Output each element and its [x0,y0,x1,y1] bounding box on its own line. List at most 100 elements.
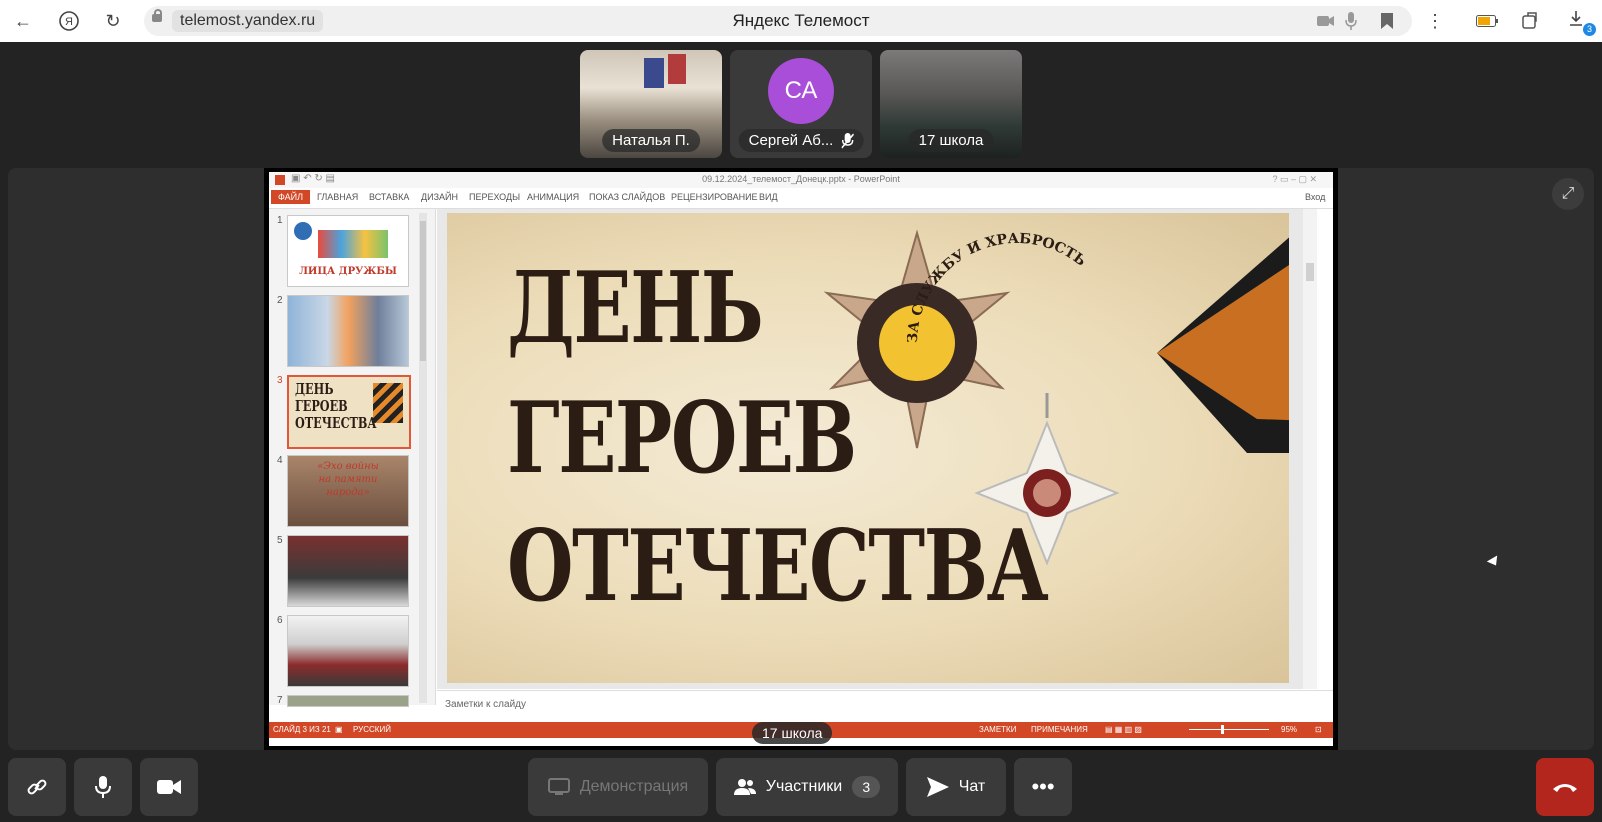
browser-toolbar: ← Я ↻ telemost.yandex.ru Яндекс Телемост… [0,0,1602,42]
microphone-icon [95,776,111,798]
shared-screen: ▣ ↶ ↻ ▤ 09.12.2024_телемост_Донецк.pptx … [264,168,1338,750]
reload-icon[interactable]: ↻ [100,8,126,34]
slide-thumbnail [287,695,409,707]
slide-thumbnail [287,295,409,367]
view-buttons-icon: ▤ ▦ ▥ ▨ [1105,725,1142,734]
participant-name: 17 школа [908,129,994,152]
thumbnail-text: ЛИЦА ДРУЖБЫ [299,266,397,277]
participant-tile[interactable]: СА Сергей Аб... [730,50,872,158]
children-illustration [318,230,388,258]
thumbnail-number: 4 [277,455,283,466]
slide-scrollbar [1303,209,1317,689]
slide-thumbnail: ЛИЦА ДРУЖБЫ [287,215,409,287]
hang-up-icon [1553,784,1577,792]
menu-dots-icon[interactable]: ⋮ [1422,8,1448,34]
ribbon-tab-view: ВИД [759,192,778,202]
ribbon-tab-home: ГЛАВНАЯ [317,192,359,202]
extension-icon[interactable] [1518,8,1544,34]
copy-link-button[interactable] [8,758,66,816]
notes-placeholder: Заметки к слайду [445,699,526,710]
comments-toggle: ПРИМЕЧАНИЯ [1031,725,1088,734]
thumbnail-text: ДЕНЬ ГЕРОЕВ ОТЕЧЕСТВА [295,380,377,432]
screen-share-button[interactable]: Демонстрация [528,758,708,816]
avatar: СА [768,58,834,124]
slide-thumbnail: «Эхо войны на памяти народа» [287,455,409,527]
ribbon-tab-transitions: ПЕРЕХОДЫ [469,192,521,202]
zoom-slider-thumb [1221,725,1224,734]
sharer-label: 17 школа [752,722,833,744]
url-text[interactable]: telemost.yandex.ru [172,10,324,32]
zoom-slider [1189,729,1269,730]
thumbnail-number: 6 [277,615,283,626]
zoom-level: 95% [1281,725,1298,734]
slide-thumbnail-selected: ДЕНЬ ГЕРОЕВ ОТЕЧЕСТВА [287,375,411,449]
ppt-window-title: 09.12.2024_телемост_Донецк.pptx - PowerP… [702,174,900,184]
ribbon-tab-animation: АНИМАЦИЯ [527,192,580,202]
ppt-title-bar: ▣ ↶ ↻ ▤ 09.12.2024_телемост_Донецк.pptx … [269,172,1333,188]
downloads-icon[interactable]: 3 [1566,8,1596,36]
scrollbar-thumb [1306,263,1314,281]
current-slide: ДЕНЬ ГЕРОЕВ ОТЕЧЕСТВА А СЛУЖБУ И ХРАБРОС… [447,213,1289,683]
address-bar[interactable]: telemost.yandex.ru [144,6,1412,36]
fullscreen-expand-icon[interactable]: ⤢ [1552,178,1584,210]
notes-pane: Заметки к слайду [437,690,1333,721]
battery-icon[interactable] [1474,8,1500,34]
chat-label: Чат [958,778,986,795]
ribbon-illustration [373,383,403,423]
notes-toggle: ЗАМЕТКИ [979,725,1017,734]
scrollbar-thumb [420,221,426,361]
bookmark-icon[interactable] [1374,8,1400,34]
back-arrow-icon[interactable]: ← [10,8,36,34]
chat-button[interactable]: Чат [906,758,1006,816]
participants-button[interactable]: Участники 3 [716,758,898,816]
more-options-button[interactable]: ••• [1014,758,1072,816]
slide-thumbnail [287,535,409,607]
thumbnail-number: 7 [277,695,283,706]
medal-inscription: ЗА СЛУЖБУ И ХРАБРОСТЬ [907,231,1089,343]
microphone-indicator-icon[interactable] [1338,8,1364,34]
more-dots-icon: ••• [1031,774,1055,799]
screen-share-icon [547,778,570,795]
microphone-button[interactable] [74,758,132,816]
camera-icon [157,780,181,794]
participant-tile[interactable]: Наталья П. [580,50,722,158]
microphone-muted-icon [841,132,854,149]
participant-tile[interactable]: 17 школа [880,50,1022,158]
participants-label: Участники [765,778,843,795]
downloads-badge: 3 [1583,23,1596,36]
ppt-login: Вход [1305,192,1326,202]
ribbon-tab-insert: ВСТАВКА [369,192,410,202]
slide-thumbnail [287,615,409,687]
slide-info: СЛАЙД 3 ИЗ 21 [273,725,331,734]
language: РУССКИЙ [353,725,391,734]
lock-icon [152,9,162,22]
ribbon-tab-design: ДИЗАЙН [421,192,458,202]
slide-headline-line: ДЕНЬ [507,251,764,366]
fit-slide-icon: ⊡ [1315,725,1322,734]
svg-text:Я: Я [65,16,73,28]
participant-name: Сергей Аб... [738,129,864,152]
link-icon [27,779,47,795]
svg-text:ЗА СЛУЖБУ И ХРАБРОСТЬ: ЗА СЛУЖБУ И ХРАБРОСТЬ [907,231,1089,343]
poster-decoration [644,58,664,88]
participant-name: Наталья П. [602,129,700,152]
send-arrow-icon [926,777,949,797]
ribbon-tab-slideshow: ПОКАЗ СЛАЙДОВ [589,192,666,202]
emblem-icon [294,222,312,240]
camera-button[interactable] [140,758,198,816]
thumbnail-number: 3 [277,375,283,386]
slide-thumbnails-pane: 1 ЛИЦА ДРУЖБЫ 2 3 ДЕНЬ ГЕРОЕВ ОТЕЧЕСТВА … [269,209,436,707]
screen-share-label: Демонстрация [579,778,689,795]
powerpoint-window: ▣ ↶ ↻ ▤ 09.12.2024_телемост_Донецк.pptx … [269,172,1333,746]
thumbnail-number: 2 [277,295,283,306]
window-controls-icon: ? ▭ – ▢ ✕ [1272,174,1317,184]
slide-editing-area: ДЕНЬ ГЕРОЕВ ОТЕЧЕСТВА А СЛУЖБУ И ХРАБРОС… [437,209,1317,689]
participants-icon [733,779,756,795]
thumbnail-number: 5 [277,535,283,546]
camera-indicator-icon[interactable] [1313,8,1339,34]
ribbon-tab-review: РЕЦЕНЗИРОВАНИЕ [671,192,758,202]
ribbon-tab-file: ФАЙЛ [271,190,311,204]
yandex-icon[interactable]: Я [56,8,82,34]
end-call-button[interactable] [1536,758,1594,816]
poster-decoration [668,54,686,84]
